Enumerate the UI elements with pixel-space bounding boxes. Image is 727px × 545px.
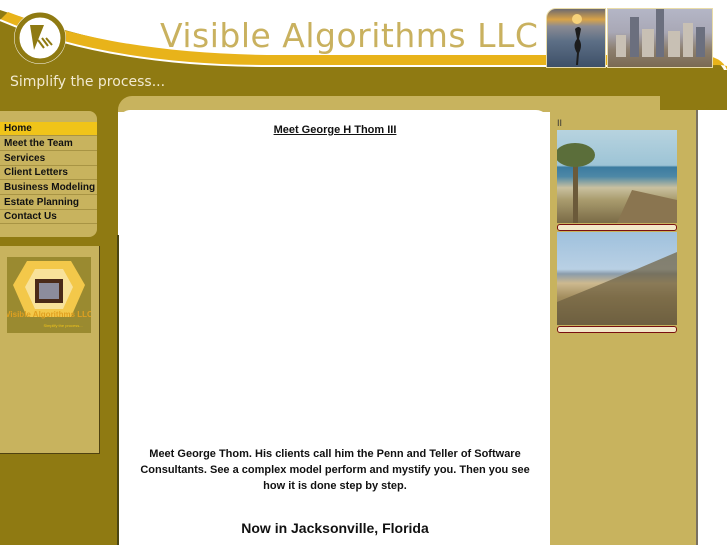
beach-dunes-photo	[557, 232, 677, 325]
sidebar-logo-image: Visible Algorithms LLC Simplify the proc…	[5, 257, 93, 333]
right-column-marker: II	[557, 118, 563, 128]
nav-item-contact-us[interactable]: Contact Us	[0, 210, 97, 224]
right-margin	[698, 110, 727, 545]
va-circle-logo-icon[interactable]	[14, 12, 66, 64]
sidebar-logo-text: Visible Algorithms LLC	[7, 310, 91, 319]
heron-sunset-photo	[546, 8, 606, 68]
city-skyline-photo	[607, 8, 713, 68]
sidebar-logo-graphic: Visible Algorithms LLC Simplify the proc…	[5, 261, 93, 328]
nav-item-estate-planning[interactable]: Estate Planning	[0, 196, 97, 210]
main-title-link[interactable]: Meet George H Thom III	[120, 124, 550, 136]
nav-menu: Home Meet the Team Services Client Lette…	[0, 111, 97, 237]
nav-item-home[interactable]: Home	[0, 122, 97, 136]
site-title: Visible Algorithms LLC	[160, 16, 539, 55]
photo-caption-bar	[557, 326, 677, 333]
beach-palm-photo	[555, 130, 677, 223]
palm-tree-icon	[555, 143, 677, 223]
nav-item-services[interactable]: Services	[0, 152, 97, 166]
nav-item-client-letters[interactable]: Client Letters	[0, 166, 97, 180]
photo-caption-bar	[557, 224, 677, 231]
dune-grass-icon	[557, 252, 677, 325]
sidebar-logo-subtext: Simplify the process...	[43, 323, 82, 328]
main-paragraph: Meet George Thom. His clients call him t…	[140, 448, 530, 492]
nav-item-meet-the-team[interactable]: Meet the Team	[0, 137, 97, 151]
location-heading: Now in Jacksonville, Florida	[241, 520, 429, 536]
tagline: Simplify the process...	[10, 74, 166, 90]
heron-silhouette-icon	[572, 14, 582, 65]
column-divider	[117, 235, 119, 545]
nav-item-business-modeling[interactable]: Business Modeling	[0, 181, 97, 195]
